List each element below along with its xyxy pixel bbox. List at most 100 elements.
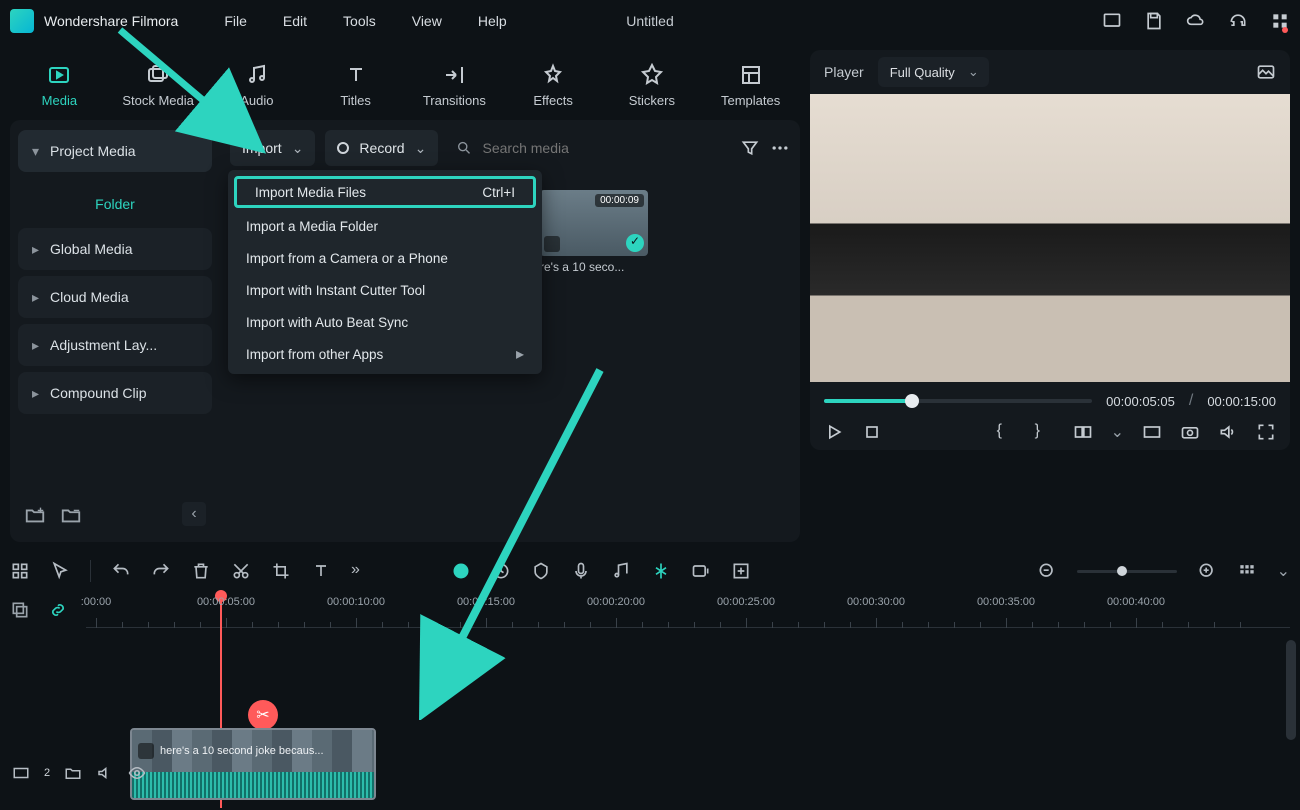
menu-help[interactable]: Help (478, 13, 507, 29)
sidebar-global-media[interactable]: ▸Global Media (18, 228, 212, 270)
delete-folder-icon[interactable] (60, 504, 82, 524)
tab-templates[interactable]: Templates (707, 63, 794, 108)
chevron-down-icon[interactable]: ⌄ (1277, 561, 1290, 581)
tab-titles[interactable]: Titles (312, 63, 399, 108)
tab-media[interactable]: Media (16, 63, 103, 108)
menu-view[interactable]: View (412, 13, 442, 29)
timeline-ruler[interactable]: :00:0000:00:05:0000:00:10:0000:00:15:000… (86, 592, 1290, 628)
import-media-files[interactable]: Import Media FilesCtrl+I (234, 176, 536, 208)
volume-icon[interactable] (1218, 422, 1238, 442)
collapse-sidebar-icon[interactable]: ‹ (182, 502, 206, 526)
play-icon[interactable] (824, 422, 844, 442)
menu-file[interactable]: File (224, 13, 247, 29)
aspect-icon[interactable] (1142, 422, 1162, 442)
snapshot-icon[interactable] (1256, 62, 1276, 82)
document-title: Untitled (626, 13, 673, 29)
record-dropdown-button[interactable]: Record⌄ (325, 130, 438, 166)
video-preview[interactable] (810, 94, 1290, 382)
media-sidebar: ▾Project Media Folder ▸Global Media ▸Clo… (10, 120, 220, 542)
save-icon[interactable] (1144, 11, 1164, 31)
sidebar-compound-clip[interactable]: ▸Compound Clip (18, 372, 212, 414)
fullscreen-icon[interactable] (1256, 422, 1276, 442)
undo-icon[interactable] (111, 561, 131, 581)
cut-icon[interactable] (231, 561, 251, 581)
quality-select[interactable]: Full Quality⌄ (878, 57, 989, 87)
view-mode-icon[interactable] (1237, 561, 1257, 581)
menu-edit[interactable]: Edit (283, 13, 307, 29)
ruler-tick-label: 00:00:25:00 (717, 596, 775, 608)
filter-icon[interactable] (740, 138, 760, 158)
ruler-tick-label: 00:00:15:00 (457, 596, 515, 608)
text-icon[interactable] (311, 561, 331, 581)
seek-bar[interactable]: 00:00:05:05 / 00:00:15:00 (824, 392, 1276, 410)
title-bar: Wondershare Filmora File Edit Tools View… (0, 0, 1300, 42)
tab-audio[interactable]: Audio (214, 63, 301, 108)
import-other-apps[interactable]: Import from other Apps▸ (228, 338, 542, 370)
timeline-tracks[interactable]: ✂ here's a 10 second joke becaus... (70, 628, 1290, 808)
import-dropdown-button[interactable]: Import⌄ (230, 130, 315, 166)
chevron-down-icon: ▾ (32, 143, 42, 160)
keyframe-icon[interactable] (731, 561, 751, 581)
more-icon[interactable] (770, 138, 790, 158)
sidebar-cloud-media[interactable]: ▸Cloud Media (18, 276, 212, 318)
seek-knob[interactable] (905, 394, 919, 408)
menu-tools[interactable]: Tools (343, 13, 376, 29)
audio-sync-icon[interactable] (611, 561, 631, 581)
cloud-icon[interactable] (1186, 11, 1206, 31)
scissors-icon[interactable]: ✂ (248, 700, 278, 730)
marker-icon[interactable] (531, 561, 551, 581)
magnet-icon[interactable] (651, 561, 671, 581)
import-instant-cutter[interactable]: Import with Instant Cutter Tool (228, 274, 542, 306)
mark-in-icon[interactable]: { (997, 422, 1017, 442)
stop-icon[interactable] (862, 422, 882, 442)
clip-play-icon (138, 743, 154, 759)
tab-audio-label: Audio (240, 93, 273, 108)
lock-icon[interactable] (64, 764, 82, 782)
new-folder-icon[interactable] (24, 504, 46, 524)
camera-icon[interactable] (1180, 422, 1200, 442)
mute-icon[interactable] (96, 764, 114, 782)
sidebar-adjustment-layer[interactable]: ▸Adjustment Lay... (18, 324, 212, 366)
crop-icon[interactable] (271, 561, 291, 581)
apps-icon[interactable] (1270, 11, 1290, 31)
track-type-icon[interactable] (12, 764, 30, 782)
tab-transitions[interactable]: Transitions (411, 63, 498, 108)
link-icon[interactable] (48, 600, 68, 620)
sidebar-folder[interactable]: Folder (18, 178, 212, 222)
layout-icon[interactable] (1102, 11, 1122, 31)
import-media-folder[interactable]: Import a Media Folder (228, 210, 542, 242)
tab-templates-label: Templates (721, 93, 780, 108)
search-input[interactable] (483, 140, 722, 156)
delete-icon[interactable] (191, 561, 211, 581)
compare-icon[interactable] (1073, 422, 1093, 442)
tab-stickers[interactable]: Stickers (609, 63, 696, 108)
add-track-icon[interactable] (691, 561, 711, 581)
clip-waveform (132, 772, 374, 800)
ruler-tick-label: 00:00:05:00 (197, 596, 255, 608)
redo-icon[interactable] (151, 561, 171, 581)
import-auto-beat-sync[interactable]: Import with Auto Beat Sync (228, 306, 542, 338)
timeline-clip[interactable]: here's a 10 second joke becaus... (130, 728, 376, 800)
chevron-down-icon[interactable]: ⌄ (1111, 422, 1124, 442)
mic-icon[interactable] (571, 561, 591, 581)
ai-icon[interactable] (451, 561, 471, 581)
zoom-slider[interactable] (1077, 570, 1177, 573)
visibility-icon[interactable] (128, 764, 146, 782)
media-thumbnail[interactable]: 00:00:09 re's a 10 seco... (540, 190, 648, 274)
record-icon (337, 142, 349, 154)
vertical-scrollbar[interactable] (1286, 640, 1296, 740)
tab-stock-media[interactable]: Stock Media (115, 63, 202, 108)
sidebar-project-media[interactable]: ▾Project Media (18, 130, 212, 172)
grid-icon[interactable] (10, 561, 30, 581)
import-camera-phone[interactable]: Import from a Camera or a Phone (228, 242, 542, 274)
player-header: Player Full Quality⌄ (810, 50, 1290, 94)
tab-effects[interactable]: Effects (510, 63, 597, 108)
headset-icon[interactable] (1228, 11, 1248, 31)
zoom-out-icon[interactable] (1037, 561, 1057, 581)
mark-out-icon[interactable]: } (1035, 422, 1055, 442)
zoom-in-icon[interactable] (1197, 561, 1217, 581)
add-media-icon[interactable] (10, 600, 30, 620)
more-tools-icon[interactable]: » (351, 561, 371, 581)
cursor-icon[interactable] (50, 561, 70, 581)
speed-icon[interactable] (491, 561, 511, 581)
